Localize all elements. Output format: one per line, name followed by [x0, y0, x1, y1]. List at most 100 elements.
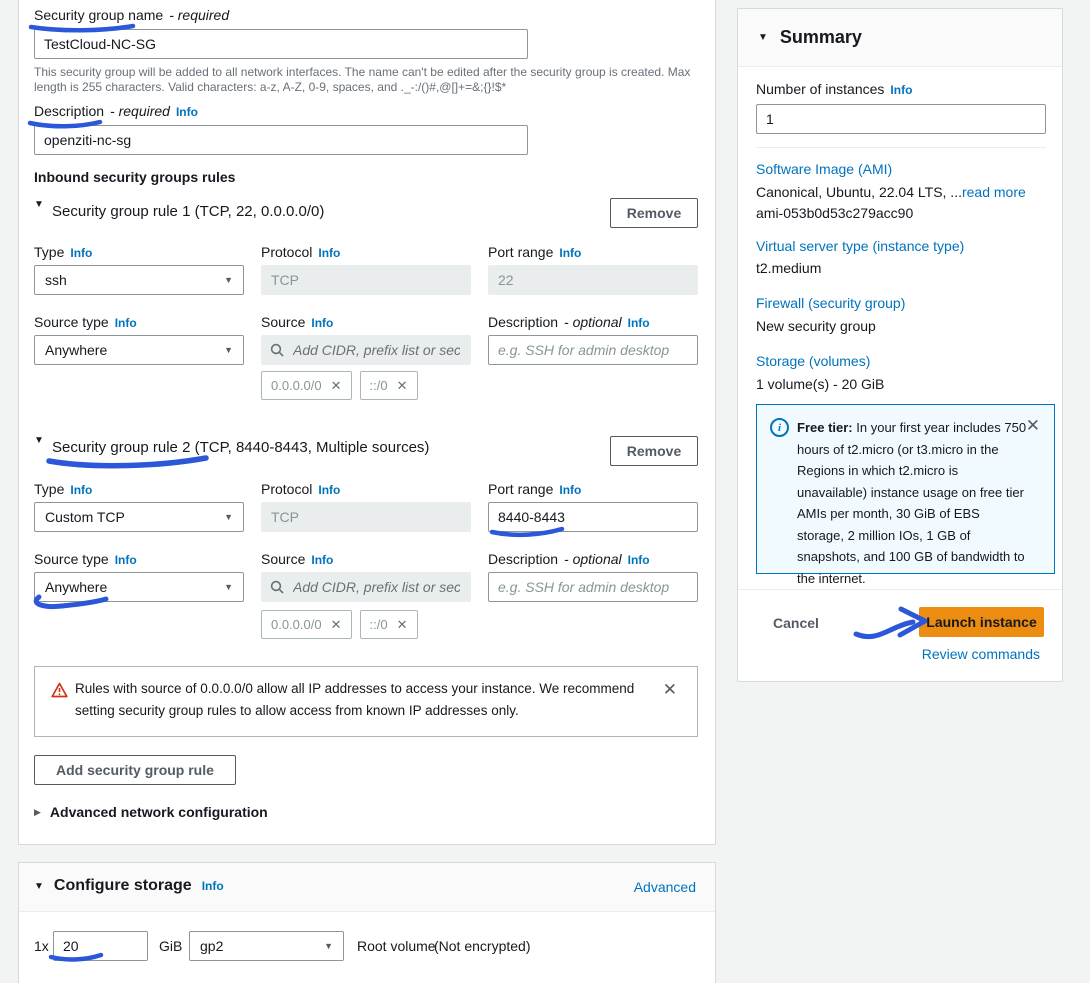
configure-storage-toggle[interactable]: ▼ Configure storage Info	[34, 877, 224, 895]
divider	[738, 589, 1062, 590]
warning-icon	[51, 682, 68, 698]
rule1-source-type-label: Source type Info	[34, 314, 137, 330]
rule1-source-search[interactable]	[261, 335, 471, 365]
instance-type-link[interactable]: Virtual server type (instance type)	[756, 238, 964, 254]
rule1-source-chips: 0.0.0.0/0 ✕ ::/0 ✕	[261, 371, 418, 400]
instance-type-value: t2.medium	[756, 260, 821, 276]
storage-advanced-link[interactable]: Advanced	[634, 879, 696, 895]
rule2-collapse-icon[interactable]: ▼	[34, 435, 44, 446]
free-tier-infobox: i Free tier: In your first year includes…	[756, 404, 1055, 574]
rule2-port-label: Port range Info	[488, 481, 581, 497]
software-image-link[interactable]: Software Image (AMI)	[756, 161, 892, 177]
description-info-link[interactable]: Info	[176, 105, 198, 119]
security-group-name-input[interactable]	[34, 29, 528, 59]
search-icon	[270, 343, 284, 357]
summary-header: ▼ Summary	[738, 9, 1062, 67]
rule1-port-label: Port range Info	[488, 244, 581, 260]
rule2-remove-button[interactable]: Remove	[610, 436, 698, 466]
rule1-source-info-link[interactable]: Info	[311, 316, 333, 330]
rule1-type-label: Type Info	[34, 244, 92, 260]
root-volume-label: Root volume	[357, 938, 436, 954]
chevron-down-icon: ▼	[34, 881, 44, 892]
cidr-chip[interactable]: ::/0 ✕	[360, 610, 418, 639]
rule1-source-label: Source Info	[261, 314, 333, 330]
rule2-description-info-link[interactable]: Info	[628, 553, 650, 567]
divider	[756, 147, 1046, 148]
volume-size-input[interactable]	[53, 931, 148, 961]
number-of-instances-input[interactable]	[756, 104, 1046, 134]
free-tier-close-icon[interactable]: ✕	[1026, 417, 1040, 434]
warning-text: Rules with source of 0.0.0.0/0 allow all…	[75, 678, 639, 722]
rule1-type-info-link[interactable]: Info	[70, 246, 92, 260]
rule2-source-search[interactable]	[261, 572, 471, 602]
rule2-rule-description-input[interactable]	[488, 572, 698, 602]
rule2-source-chips: 0.0.0.0/0 ✕ ::/0 ✕	[261, 610, 418, 639]
rule1-description-info-link[interactable]: Info	[628, 316, 650, 330]
rule1-port-info-link[interactable]: Info	[559, 246, 581, 260]
rule2-description-label: Description - optional Info	[488, 551, 650, 567]
rule2-port-input[interactable]	[488, 502, 698, 532]
rule1-remove-button[interactable]: Remove	[610, 198, 698, 228]
storage-volumes-value: 1 volume(s) - 20 GiB	[756, 376, 884, 392]
rule1-rule-description-input[interactable]	[488, 335, 698, 365]
chevron-down-icon: ▼	[758, 32, 768, 43]
volume-unit-label: GiB	[159, 938, 182, 954]
warning-close-icon[interactable]: ✕	[663, 681, 677, 698]
chevron-down-icon: ▼	[224, 512, 233, 522]
rule1-type-select[interactable]: ssh ▼	[34, 265, 244, 295]
instances-info-link[interactable]: Info	[890, 83, 912, 97]
close-icon[interactable]: ✕	[397, 378, 408, 394]
rule1-source-type-select[interactable]: Anywhere ▼	[34, 335, 244, 365]
cidr-chip[interactable]: 0.0.0.0/0 ✕	[261, 610, 352, 639]
storage-volumes-link[interactable]: Storage (volumes)	[756, 353, 870, 369]
rule2-source-type-info-link[interactable]: Info	[115, 553, 137, 567]
close-icon[interactable]: ✕	[331, 617, 342, 633]
storage-info-link[interactable]: Info	[202, 879, 224, 893]
cancel-button[interactable]: Cancel	[773, 615, 819, 631]
rule2-source-type-select[interactable]: Anywhere ▼	[34, 572, 244, 602]
read-more-link[interactable]: read more	[962, 184, 1026, 200]
configure-storage-header: ▼ Configure storage Info Advanced	[19, 863, 715, 912]
rule2-type-info-link[interactable]: Info	[70, 483, 92, 497]
rule1-description-label: Description - optional Info	[488, 314, 650, 330]
rule2-type-label: Type Info	[34, 481, 92, 497]
cidr-chip[interactable]: 0.0.0.0/0 ✕	[261, 371, 352, 400]
rule2-port-info-link[interactable]: Info	[559, 483, 581, 497]
close-icon[interactable]: ✕	[397, 617, 408, 633]
rule1-collapse-icon[interactable]: ▼	[34, 199, 44, 210]
rule1-protocol-label: Protocol Info	[261, 244, 340, 260]
chevron-right-icon: ▶	[34, 807, 41, 818]
launch-instance-button[interactable]: Launch instance	[919, 607, 1044, 637]
advanced-network-configuration-toggle[interactable]: ▶ Advanced network configuration	[34, 804, 268, 820]
volume-type-select[interactable]: gp2 ▼	[189, 931, 344, 961]
description-label: Description - required Info	[34, 103, 198, 119]
rule2-protocol-info-link[interactable]: Info	[318, 483, 340, 497]
rule2-source-input[interactable]	[291, 578, 462, 596]
search-icon	[270, 580, 284, 594]
cidr-chip[interactable]: ::/0 ✕	[360, 371, 418, 400]
rule1-protocol-info-link[interactable]: Info	[318, 246, 340, 260]
close-icon[interactable]: ✕	[331, 378, 342, 394]
rule2-protocol-field: TCP	[261, 502, 471, 532]
add-security-group-rule-button[interactable]: Add security group rule	[34, 755, 236, 785]
firewall-link[interactable]: Firewall (security group)	[756, 295, 905, 311]
rule2-protocol-label: Protocol Info	[261, 481, 340, 497]
chevron-down-icon: ▼	[224, 582, 233, 592]
summary-toggle[interactable]: ▼ Summary	[758, 27, 862, 48]
firewall-value: New security group	[756, 318, 876, 334]
software-image-value: Canonical, Ubuntu, 22.04 LTS, ...read mo…	[756, 184, 1026, 200]
rule2-source-type-label: Source type Info	[34, 551, 137, 567]
ami-id-value: ami-053b0d53c279acc90	[756, 205, 913, 221]
chevron-down-icon: ▼	[324, 941, 333, 951]
rule2-source-info-link[interactable]: Info	[311, 553, 333, 567]
rule1-title: Security group rule 1 (TCP, 22, 0.0.0.0/…	[52, 203, 324, 220]
network-settings-panel: Security group name - required This secu…	[18, 0, 716, 845]
rule1-source-type-info-link[interactable]: Info	[115, 316, 137, 330]
rule2-title: Security group rule 2 (TCP, 8440-8443, M…	[52, 439, 429, 456]
rule2-source-label: Source Info	[261, 551, 333, 567]
rule2-type-select[interactable]: Custom TCP ▼	[34, 502, 244, 532]
inbound-rules-title: Inbound security groups rules	[34, 169, 235, 185]
description-input[interactable]	[34, 125, 528, 155]
review-commands-link[interactable]: Review commands	[922, 646, 1040, 662]
rule1-source-input[interactable]	[291, 341, 462, 359]
